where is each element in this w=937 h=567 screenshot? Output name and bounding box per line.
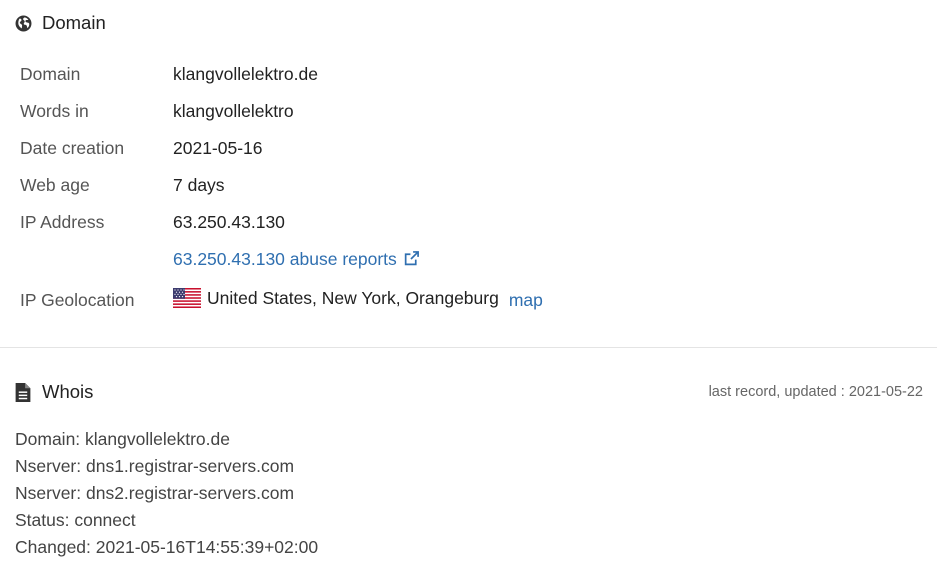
ip-geolocation-value: United States, New York, Orangeburg: [207, 288, 499, 308]
date-creation-label: Date creation: [20, 138, 125, 158]
whois-section-header: Whois: [14, 381, 93, 403]
map-link[interactable]: map: [509, 290, 543, 310]
globe-icon: [14, 14, 32, 32]
domain-section-header: Domain: [14, 12, 106, 34]
whois-section-title: Whois: [42, 381, 94, 402]
whois-record: Domain: klangvollelektro.de Nserver: dns…: [15, 426, 318, 561]
date-creation-value: 2021-05-16: [173, 138, 263, 158]
words-in-value: klangvollelektro: [173, 101, 294, 121]
whois-line: Nserver: dns2.registrar-servers.com: [15, 483, 295, 503]
whois-updated-note: last record, updated : 2021-05-22: [708, 384, 923, 400]
document-icon: [14, 382, 32, 402]
ip-geolocation-container: United States, New York, Orangeburg map: [173, 284, 543, 316]
whois-line: Nserver: dns1.registrar-servers.com: [15, 456, 295, 476]
ip-address-label: IP Address: [20, 212, 105, 232]
domain-label: Domain: [20, 64, 81, 84]
words-in-label: Words in: [20, 101, 89, 121]
us-flag-icon: [173, 288, 201, 316]
ip-address-link[interactable]: 63.250.43.130: [173, 208, 285, 236]
domain-section-title: Domain: [42, 12, 106, 33]
web-age-value: 7 days: [173, 175, 225, 195]
abuse-reports-container: 63.250.43.130 abuse reports: [173, 245, 420, 275]
web-age-label: Web age: [20, 175, 90, 195]
domain-value: klangvollelektro.de: [173, 64, 318, 84]
external-link-icon[interactable]: [403, 247, 420, 275]
whois-line: Status: connect: [15, 510, 136, 530]
whois-line: Domain: klangvollelektro.de: [15, 429, 230, 449]
whois-line: Changed: 2021-05-16T14:55:39+02:00: [15, 537, 319, 557]
ip-geolocation-label: IP Geolocation: [20, 290, 135, 310]
section-divider: [0, 347, 937, 348]
abuse-reports-link[interactable]: 63.250.43.130 abuse reports: [173, 249, 397, 269]
